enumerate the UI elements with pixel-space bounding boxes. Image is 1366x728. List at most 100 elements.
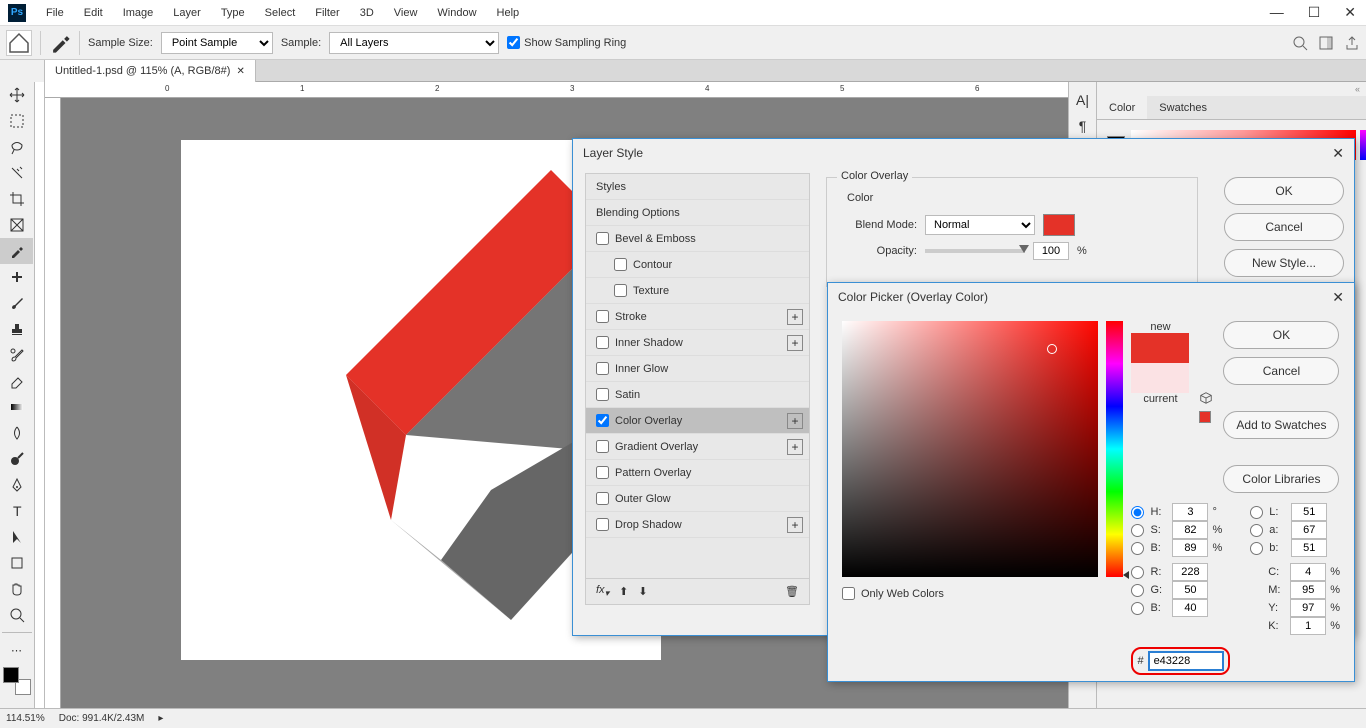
foreground-background-colors[interactable] bbox=[3, 667, 31, 695]
s-input[interactable] bbox=[1172, 521, 1208, 539]
trash-icon[interactable]: 🗑 bbox=[785, 585, 799, 598]
wand-tool[interactable] bbox=[0, 160, 33, 186]
search-icon[interactable] bbox=[1292, 35, 1308, 51]
maximize-button[interactable]: ☐ bbox=[1302, 2, 1327, 23]
cancel-button[interactable]: Cancel bbox=[1223, 357, 1339, 385]
minimize-button[interactable]: — bbox=[1264, 2, 1290, 23]
ok-button[interactable]: OK bbox=[1223, 321, 1339, 349]
edit-toolbar-button[interactable]: ⋯ bbox=[0, 637, 33, 663]
share-icon[interactable] bbox=[1344, 35, 1360, 51]
b-radio[interactable] bbox=[1131, 542, 1144, 555]
opacity-slider[interactable] bbox=[925, 249, 1025, 253]
menu-window[interactable]: Window bbox=[427, 0, 486, 26]
hex-input[interactable] bbox=[1148, 651, 1224, 671]
gradient-tool[interactable] bbox=[0, 394, 33, 420]
g-radio[interactable] bbox=[1131, 584, 1144, 597]
blend-mode-select[interactable]: Normal bbox=[925, 215, 1035, 235]
chevron-right-icon[interactable]: ▸ bbox=[158, 713, 163, 724]
zoom-tool[interactable] bbox=[0, 602, 33, 628]
gradient-overlay-item[interactable]: Gradient Overlay+ bbox=[586, 434, 809, 460]
menu-image[interactable]: Image bbox=[113, 0, 164, 26]
web-colors-checkbox[interactable]: Only Web Colors bbox=[842, 587, 1098, 600]
l-input[interactable] bbox=[1291, 503, 1327, 521]
g-input[interactable] bbox=[1172, 581, 1208, 599]
r-input[interactable] bbox=[1172, 563, 1208, 581]
zoom-level[interactable]: 114.51% bbox=[6, 713, 45, 724]
close-button[interactable]: ✕ bbox=[1338, 2, 1362, 23]
h-radio[interactable] bbox=[1131, 506, 1144, 519]
eyedropper-tool[interactable] bbox=[0, 238, 33, 264]
add-swatch-button[interactable]: Add to Swatches bbox=[1223, 411, 1339, 439]
home-button[interactable] bbox=[6, 30, 32, 56]
overlay-color-swatch[interactable] bbox=[1043, 214, 1075, 236]
healing-tool[interactable] bbox=[0, 264, 33, 290]
history-brush-tool[interactable] bbox=[0, 342, 33, 368]
menu-3d[interactable]: 3D bbox=[350, 0, 384, 26]
lab-b-input[interactable] bbox=[1291, 539, 1327, 557]
dodge-tool[interactable] bbox=[0, 446, 33, 472]
add-icon[interactable]: + bbox=[787, 517, 803, 533]
r-radio[interactable] bbox=[1131, 566, 1144, 579]
c-input[interactable] bbox=[1290, 563, 1326, 581]
menu-view[interactable]: View bbox=[384, 0, 428, 26]
inner-shadow-item[interactable]: Inner Shadow+ bbox=[586, 330, 809, 356]
menu-filter[interactable]: Filter bbox=[305, 0, 349, 26]
fx-icon[interactable]: fx▾ bbox=[596, 584, 609, 599]
add-icon[interactable]: + bbox=[787, 439, 803, 455]
s-radio[interactable] bbox=[1131, 524, 1144, 537]
stroke-item[interactable]: Stroke+ bbox=[586, 304, 809, 330]
add-icon[interactable]: + bbox=[787, 309, 803, 325]
brush-tool[interactable] bbox=[0, 290, 33, 316]
b-input[interactable] bbox=[1172, 539, 1208, 557]
hue-strip[interactable] bbox=[1360, 130, 1366, 160]
stamp-tool[interactable] bbox=[0, 316, 33, 342]
alert-swatch[interactable] bbox=[1199, 411, 1211, 423]
show-sampling-ring-checkbox[interactable]: Show Sampling Ring bbox=[507, 36, 626, 49]
pen-tool[interactable] bbox=[0, 472, 33, 498]
current-color-swatch[interactable] bbox=[1131, 363, 1189, 393]
menu-layer[interactable]: Layer bbox=[163, 0, 211, 26]
outer-glow-item[interactable]: Outer Glow bbox=[586, 486, 809, 512]
y-input[interactable] bbox=[1290, 599, 1326, 617]
bb-input[interactable] bbox=[1172, 599, 1208, 617]
swatches-panel-tab[interactable]: Swatches bbox=[1147, 96, 1219, 119]
a-input[interactable] bbox=[1291, 521, 1327, 539]
add-icon[interactable]: + bbox=[787, 335, 803, 351]
frame-tool[interactable] bbox=[0, 212, 33, 238]
cancel-button[interactable]: Cancel bbox=[1224, 213, 1344, 241]
hand-tool[interactable] bbox=[0, 576, 33, 602]
ok-button[interactable]: OK bbox=[1224, 177, 1344, 205]
shape-tool[interactable] bbox=[0, 550, 33, 576]
satin-item[interactable]: Satin bbox=[586, 382, 809, 408]
h-input[interactable] bbox=[1172, 503, 1208, 521]
cube-icon[interactable] bbox=[1199, 391, 1213, 405]
blending-options-item[interactable]: Blending Options bbox=[586, 200, 809, 226]
workspace-icon[interactable] bbox=[1318, 35, 1334, 51]
blur-tool[interactable] bbox=[0, 420, 33, 446]
texture-item[interactable]: Texture bbox=[586, 278, 809, 304]
foreground-swatch[interactable] bbox=[3, 667, 19, 683]
add-icon[interactable]: + bbox=[787, 413, 803, 429]
marquee-tool[interactable] bbox=[0, 108, 33, 134]
k-input[interactable] bbox=[1290, 617, 1326, 635]
menu-type[interactable]: Type bbox=[211, 0, 255, 26]
color-panel-tab[interactable]: Color bbox=[1097, 96, 1147, 119]
sample-size-select[interactable]: Point Sample bbox=[161, 32, 273, 54]
pattern-overlay-item[interactable]: Pattern Overlay bbox=[586, 460, 809, 486]
menu-edit[interactable]: Edit bbox=[74, 0, 113, 26]
drop-shadow-item[interactable]: Drop Shadow+ bbox=[586, 512, 809, 538]
color-libraries-button[interactable]: Color Libraries bbox=[1223, 465, 1339, 493]
hue-slider[interactable] bbox=[1106, 321, 1123, 577]
bb-radio[interactable] bbox=[1131, 602, 1144, 615]
opacity-input[interactable] bbox=[1033, 242, 1069, 260]
styles-header[interactable]: Styles bbox=[586, 174, 809, 200]
new-style-button[interactable]: New Style... bbox=[1224, 249, 1344, 277]
lab-b-radio[interactable] bbox=[1250, 542, 1263, 555]
eraser-tool[interactable] bbox=[0, 368, 33, 394]
crop-tool[interactable] bbox=[0, 186, 33, 212]
sample-select[interactable]: All Layers bbox=[329, 32, 499, 54]
a-radio[interactable] bbox=[1250, 524, 1263, 537]
color-overlay-item[interactable]: Color Overlay+ bbox=[586, 408, 809, 434]
close-icon[interactable]: ✕ bbox=[236, 66, 244, 77]
move-down-icon[interactable]: ⬇ bbox=[638, 585, 647, 598]
